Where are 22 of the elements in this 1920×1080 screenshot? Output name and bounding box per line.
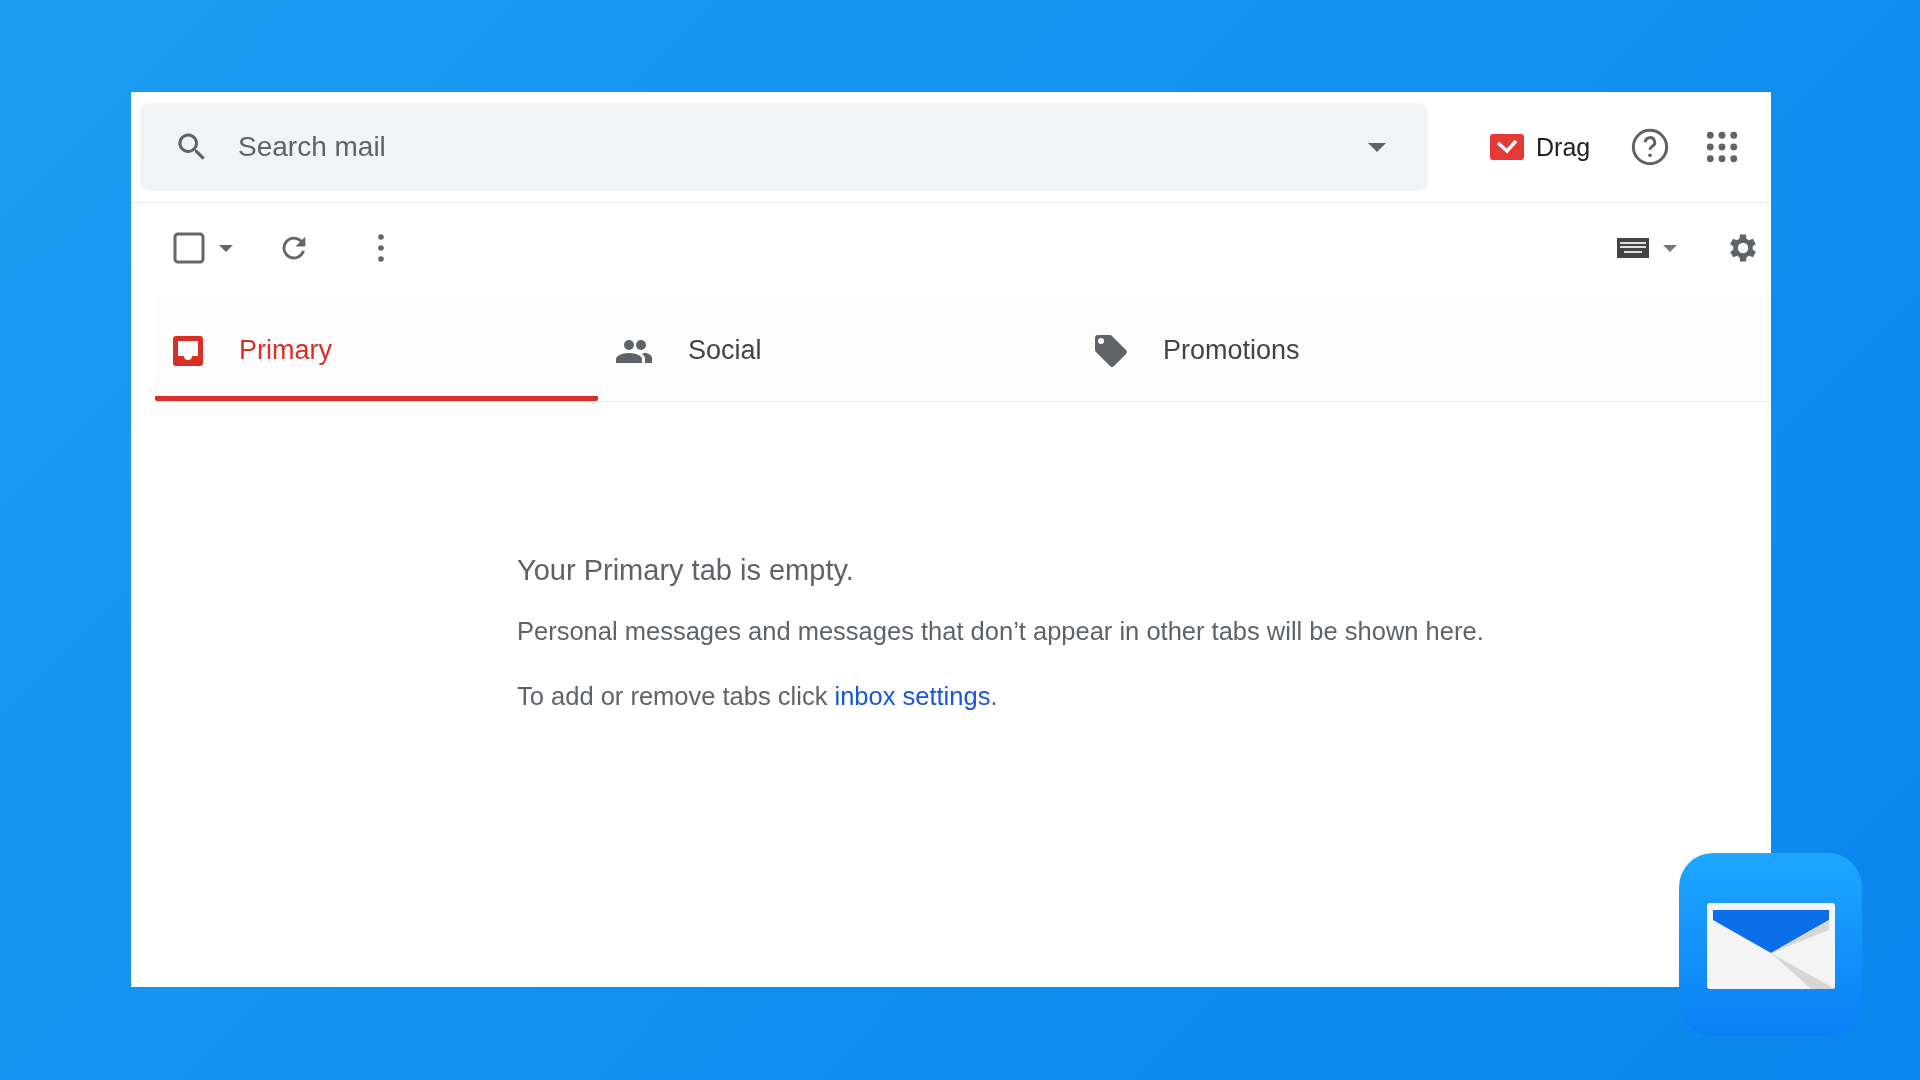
keyboard-icon[interactable]: [1617, 238, 1649, 258]
people-icon: [616, 338, 652, 363]
caret-icon[interactable]: [1368, 142, 1386, 152]
checkmark-icon: [1490, 134, 1524, 160]
empty-heading: Your Primary tab is empty.: [517, 554, 855, 587]
inbox-settings-link[interactable]: inbox settings: [834, 682, 991, 710]
checkbox[interactable]: [173, 232, 205, 264]
tag-icon: [1095, 334, 1127, 367]
apps-grid-icon[interactable]: [1706, 131, 1739, 163]
help-icon[interactable]: [1630, 127, 1671, 167]
search-field[interactable]: Search mail: [236, 130, 1368, 164]
settings-hint: To add or remove tabs click inbox settings.: [517, 682, 999, 711]
tab[interactable]: Primary: [155, 297, 598, 401]
search-bar[interactable]: Search mail: [140, 103, 1428, 191]
account-button[interactable]: Drag: [1486, 128, 1595, 166]
empty-message: Personal messages and messages that don’t appear in other tabs will be shown here.: [517, 617, 1485, 646]
inbox-icon: [173, 335, 203, 366]
tab[interactable]: Social: [598, 297, 1077, 401]
tab[interactable]: Promotions: [1077, 297, 1556, 401]
caret-icon[interactable]: [1663, 244, 1677, 252]
caret-icon[interactable]: [219, 244, 233, 252]
more-options-icon[interactable]: [378, 234, 384, 262]
